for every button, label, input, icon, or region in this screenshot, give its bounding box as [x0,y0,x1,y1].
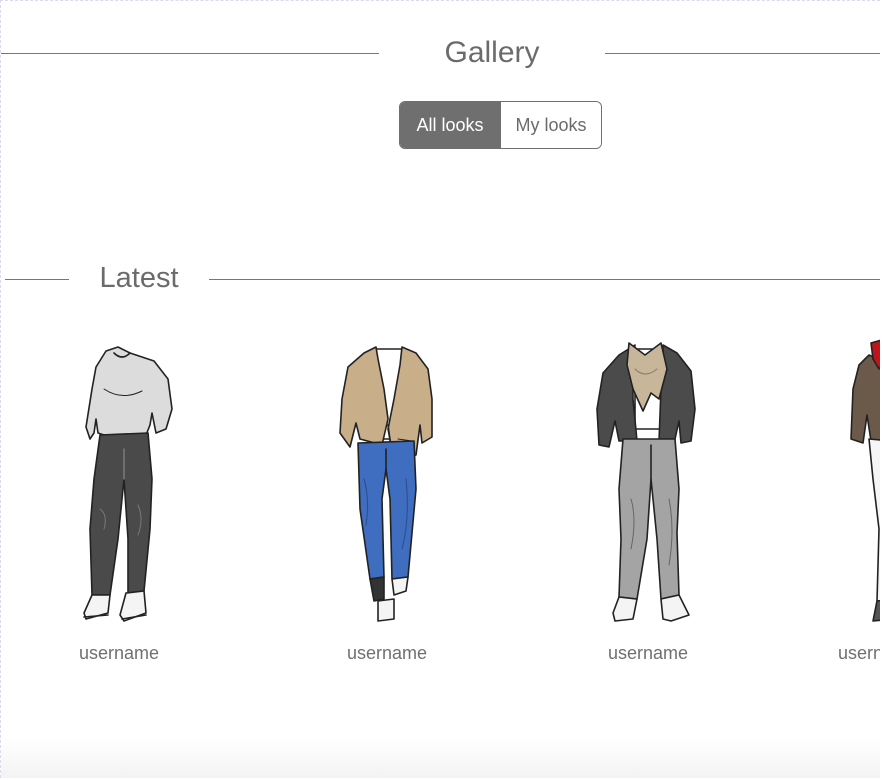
look-card[interactable]: username [34,329,204,674]
look-username[interactable]: username [302,643,472,664]
gallery-title: Gallery [444,36,540,69]
all-looks-tab[interactable]: All looks [400,102,500,148]
gallery-page: Gallery All looks My looks Latest userna… [0,0,880,778]
look-card[interactable]: username [793,329,880,674]
latest-rule-right [209,279,880,280]
gallery-rule-right [605,53,880,54]
outfit-sketch-scarf-blazer-icon [596,342,696,622]
look-username[interactable]: username [34,643,204,664]
look-username[interactable]: username [563,643,733,664]
bottom-fade [1,738,880,778]
my-looks-tab[interactable]: My looks [500,102,601,148]
latest-rule-left [5,279,69,280]
look-username[interactable]: username [793,643,880,664]
outfit-sketch-grey-sweater-icon [83,346,173,622]
latest-title: Latest [99,262,179,294]
looks-filter-toggle: All looks My looks [399,101,602,149]
outfit-sketch-beige-blazer-icon [339,346,433,622]
look-card[interactable]: username [302,329,472,674]
look-card[interactable]: username [563,329,733,674]
gallery-rule-left [1,53,379,54]
outfit-sketch-brown-jacket-icon [850,339,880,622]
